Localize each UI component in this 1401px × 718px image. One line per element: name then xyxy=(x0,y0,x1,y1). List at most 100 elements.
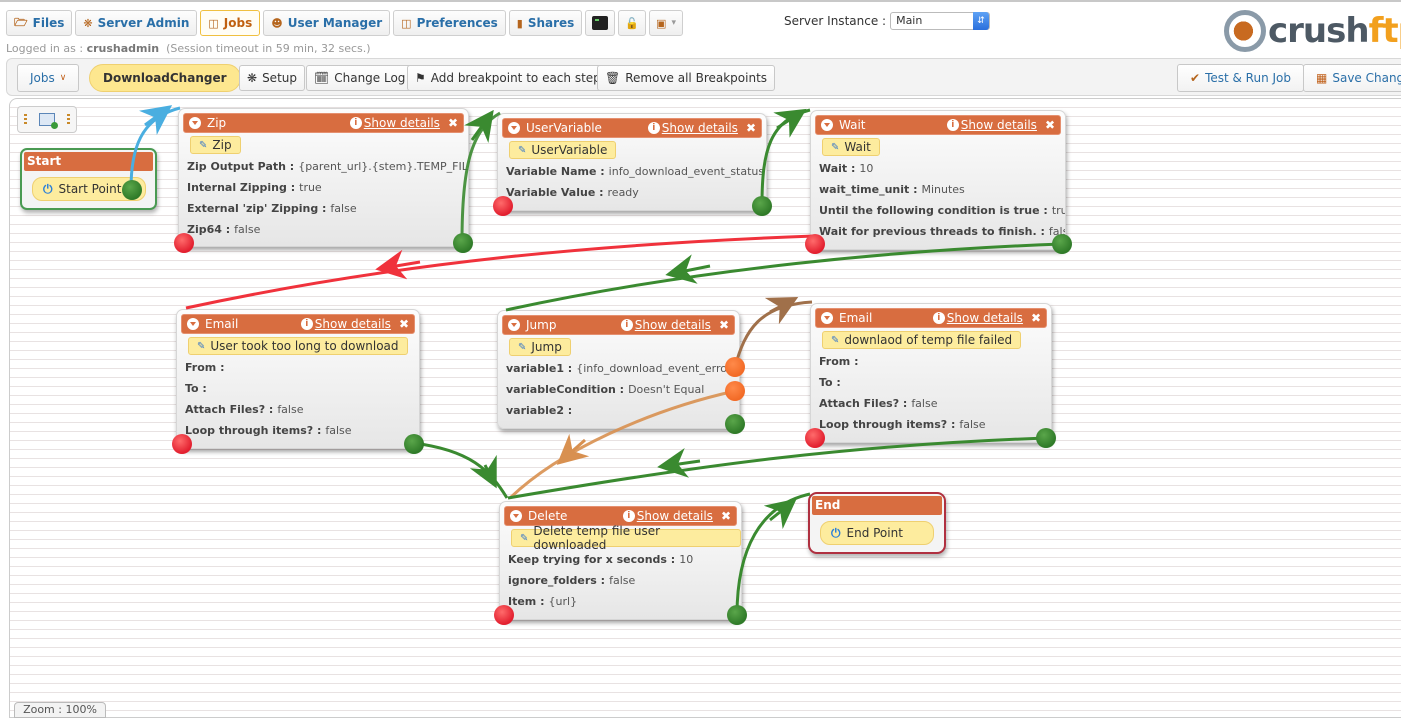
uservariable-failure-connector[interactable] xyxy=(493,196,513,216)
close-icon[interactable]: ✖ xyxy=(448,116,458,130)
task-name-chip[interactable]: ✎ downlaod of temp file failed xyxy=(822,331,1022,349)
task-field: From : xyxy=(185,361,225,374)
tab-server-admin[interactable]: ❋ Server Admin xyxy=(75,10,198,36)
task-node-wait[interactable]: Wait i Show details ✖ ✎ Wait Wait :10 wai… xyxy=(810,110,1066,250)
email-timeout-failure-connector[interactable] xyxy=(172,434,192,454)
zip-failure-connector[interactable] xyxy=(174,233,194,253)
info-icon: i xyxy=(946,119,959,131)
save-icon: ▦ xyxy=(1316,71,1328,85)
tab-user-manager[interactable]: ☻ User Manager xyxy=(263,10,391,36)
close-icon[interactable]: ✖ xyxy=(719,318,729,332)
collapse-icon[interactable] xyxy=(187,318,199,330)
close-icon[interactable]: ✖ xyxy=(721,509,731,523)
collapse-icon[interactable] xyxy=(510,510,522,522)
task-field: Variable Name : info_download_event_statu… xyxy=(506,165,765,178)
close-icon[interactable]: ✖ xyxy=(1031,311,1041,325)
terminal-button[interactable] xyxy=(585,10,616,36)
tab-shares[interactable]: ▮ Shares xyxy=(508,10,583,36)
task-field: To : xyxy=(819,376,841,389)
jump-success-connector[interactable] xyxy=(725,414,745,434)
test-run-job-button[interactable]: ✔ Test & Run Job xyxy=(1177,64,1305,92)
tab-jobs[interactable]: ◫ Jobs xyxy=(200,10,261,36)
task-node-jump[interactable]: Jump i Show details ✖ ✎ Jump variable1 :{… xyxy=(497,310,740,429)
drag-handle[interactable] xyxy=(67,114,70,125)
zip-success-connector[interactable] xyxy=(453,233,473,253)
add-task-icon[interactable] xyxy=(39,113,58,129)
wait-failure-connector[interactable] xyxy=(805,234,825,254)
close-icon[interactable]: ✖ xyxy=(1045,118,1055,132)
task-node-zip[interactable]: Zip i Show details ✖ ✎ Zip Zip Output Pat… xyxy=(178,108,469,247)
tab-preferences[interactable]: ◫ Preferences xyxy=(393,10,506,36)
email-failed-failure-connector[interactable] xyxy=(805,428,825,448)
job-name-button[interactable]: DownloadChanger xyxy=(89,64,241,92)
delete-failure-connector[interactable] xyxy=(494,605,514,625)
collapse-icon[interactable] xyxy=(821,312,833,324)
start-success-connector[interactable] xyxy=(122,180,142,200)
task-name-chip[interactable]: ✎ Wait xyxy=(822,138,880,156)
save-changes-button[interactable]: ▦Save Changes xyxy=(1303,64,1401,92)
power-icon: ⏻ xyxy=(831,525,841,540)
show-details-link[interactable]: Show details xyxy=(637,509,713,523)
task-type: Email xyxy=(839,311,873,325)
pencil-icon: ✎ xyxy=(831,334,840,346)
show-details-link[interactable]: Show details xyxy=(947,311,1023,325)
main-nav: 🗁 Files ❋ Server Admin ◫ Jobs ☻ User Manager… xyxy=(6,10,683,36)
server-instance-select[interactable]: Main ⇵ xyxy=(890,12,991,30)
image-dropdown-button[interactable]: ▣ ▾ xyxy=(649,10,683,36)
show-details-link[interactable]: Show details xyxy=(662,121,738,135)
add-breakpoints-button[interactable]: ⚑ Add breakpoint to each step xyxy=(407,65,609,91)
pencil-icon: ✎ xyxy=(831,141,840,153)
task-node-delete[interactable]: Delete i Show details ✖ ✎ Delete temp fil… xyxy=(499,501,742,620)
task-name-chip[interactable]: ✎ User took too long to download xyxy=(188,337,408,355)
close-icon[interactable]: ✖ xyxy=(746,121,756,135)
logo-fist-icon xyxy=(1224,10,1266,52)
end-node[interactable]: End ⏻ End Point xyxy=(808,492,946,554)
drag-handle[interactable] xyxy=(24,114,27,125)
jump-false-connector[interactable] xyxy=(725,381,745,401)
unlock-button[interactable]: 🔓 xyxy=(618,10,647,36)
task-name-chip[interactable]: ✎ UserVariable xyxy=(509,141,617,159)
task-node-email-timeout[interactable]: Email i Show details ✖ ✎ User took too lo… xyxy=(176,309,420,449)
task-field: Zip64 : false xyxy=(187,223,261,236)
canvas-palette[interactable] xyxy=(17,106,77,133)
wait-success-connector[interactable] xyxy=(1052,234,1072,254)
calendar-icon: 🗓 xyxy=(314,71,330,85)
show-details-link[interactable]: Show details xyxy=(315,317,391,331)
task-type: Email xyxy=(205,317,239,331)
show-details-link[interactable]: Show details xyxy=(364,116,440,130)
task-field: External 'zip' Zipping : false xyxy=(187,202,357,215)
collapse-icon[interactable] xyxy=(508,319,520,331)
tab-files[interactable]: 🗁 Files xyxy=(6,10,73,36)
jobs-dropdown-button[interactable]: Jobs ∨ xyxy=(17,64,80,92)
uservariable-success-connector[interactable] xyxy=(752,196,772,216)
jobs-icon: ◫ xyxy=(208,16,219,30)
task-node-email-failed[interactable]: Email i Show details ✖ ✎ downlaod of temp… xyxy=(810,303,1052,443)
email-failed-success-connector[interactable] xyxy=(1036,428,1056,448)
change-log-button[interactable]: 🗓 Change Log xyxy=(306,65,414,91)
task-name-chip[interactable]: ✎ Delete temp file user downloaded xyxy=(511,524,741,552)
close-icon[interactable]: ✖ xyxy=(399,317,409,331)
jump-true-connector[interactable] xyxy=(725,357,745,377)
task-type: Jump xyxy=(526,318,557,332)
collapse-icon[interactable] xyxy=(189,117,201,129)
task-name-chip[interactable]: ✎ Jump xyxy=(509,338,571,356)
show-details-link[interactable]: Show details xyxy=(961,118,1037,132)
email-timeout-success-connector[interactable] xyxy=(404,434,424,454)
end-point-chip[interactable]: ⏻ End Point xyxy=(820,521,934,545)
show-details-link[interactable]: Show details xyxy=(635,318,711,332)
task-name-chip[interactable]: ✎ Zip xyxy=(190,136,241,154)
task-field: ignore_folders : false xyxy=(508,574,636,587)
delete-success-connector[interactable] xyxy=(727,605,747,625)
server-instance: Server Instance : Main ⇵ xyxy=(784,12,991,30)
info-icon: i xyxy=(300,318,313,330)
username: crushadmin xyxy=(86,42,160,55)
setup-button[interactable]: ❋ Setup xyxy=(239,65,305,91)
task-node-uservariable[interactable]: UserVariable i Show details ✖ ✎ UserVaria… xyxy=(497,113,767,211)
task-field: Attach Files? : false xyxy=(185,403,304,416)
collapse-icon[interactable] xyxy=(508,122,520,134)
pencil-icon: ✎ xyxy=(197,340,206,352)
info-icon: i xyxy=(932,312,945,324)
remove-breakpoints-button[interactable]: 🗑 Remove all Breakpoints xyxy=(597,65,776,91)
collapse-icon[interactable] xyxy=(821,119,833,131)
start-node[interactable]: Start ⏻ Start Point xyxy=(20,148,157,210)
